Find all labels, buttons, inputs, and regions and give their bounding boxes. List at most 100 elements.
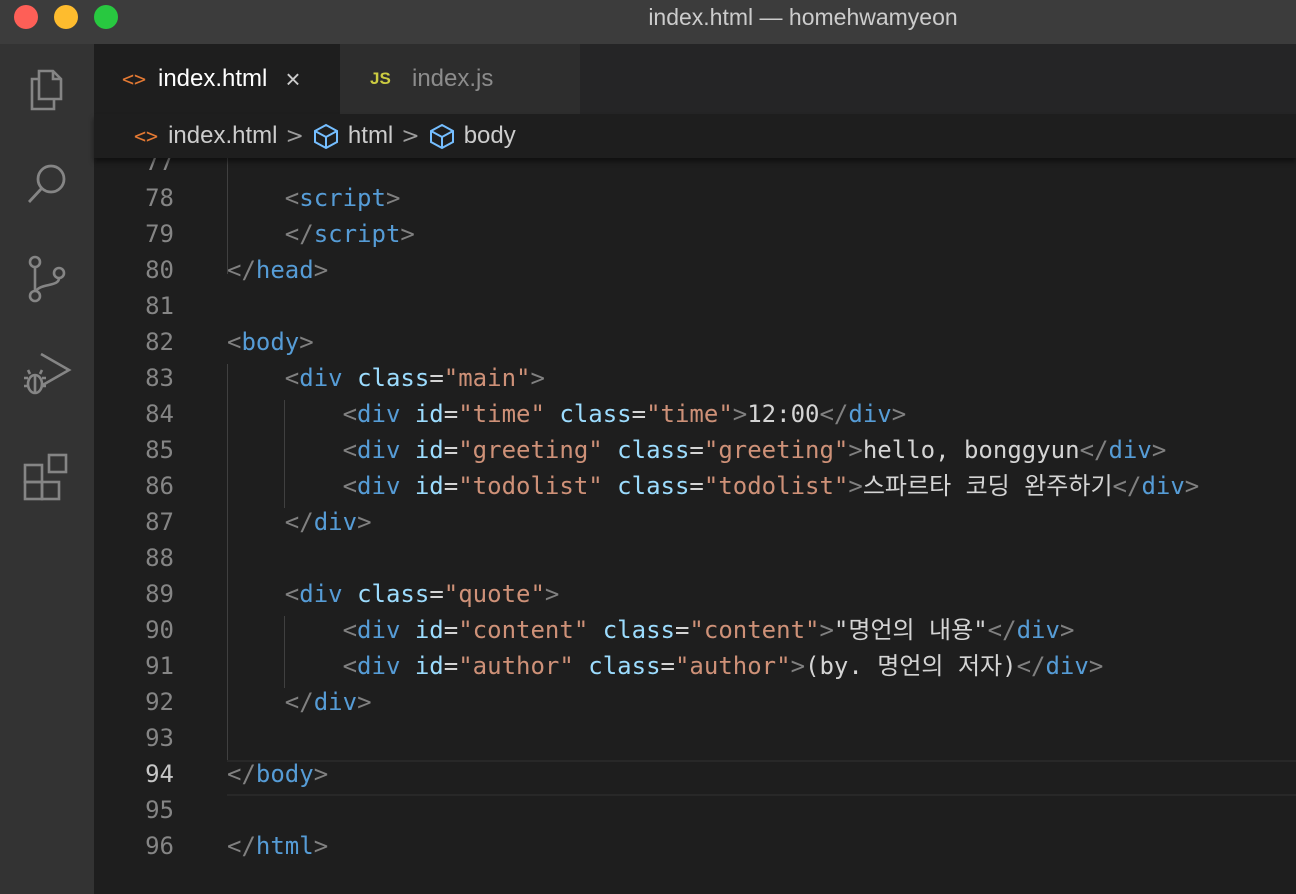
- code-token: "todolist": [703, 472, 849, 500]
- code-token: "time": [646, 400, 733, 428]
- chevron-right-icon: >: [401, 123, 420, 149]
- code-token: class: [588, 652, 661, 680]
- code-token: class: [602, 616, 675, 644]
- code-token: "quote": [443, 580, 545, 608]
- code-line[interactable]: 89 <div class="quote">: [94, 576, 1296, 612]
- breadcrumb-item-html[interactable]: html: [312, 122, 393, 150]
- tab-label: index.js: [412, 65, 494, 92]
- breadcrumb-file[interactable]: index.html: [168, 122, 277, 150]
- code-line[interactable]: 96 </html>: [94, 828, 1296, 864]
- code-line[interactable]: 92 </div>: [94, 684, 1296, 720]
- code-line[interactable]: 78 <script>: [94, 180, 1296, 216]
- code-token: </: [1079, 436, 1109, 464]
- code-token: body: [241, 328, 300, 356]
- code-token: hello, bonggyun: [862, 436, 1080, 464]
- symbol-cube-icon: [429, 123, 454, 150]
- extensions-icon[interactable]: [0, 432, 94, 522]
- line-number: 88: [145, 544, 174, 572]
- code-text: </html>: [227, 828, 328, 864]
- tab-index-html[interactable]: <> index.html ×: [94, 44, 340, 114]
- code-line[interactable]: 85 <div id="greeting" class="greeting">h…: [94, 432, 1296, 468]
- js-file-icon: JS: [370, 69, 391, 88]
- explorer-icon[interactable]: [0, 44, 94, 134]
- code-token: "content": [689, 616, 820, 644]
- code-line[interactable]: 80 </head>: [94, 252, 1296, 288]
- chevron-right-icon: >: [285, 123, 304, 149]
- code-token: (by. 명언의 저자): [805, 652, 1017, 680]
- code-token: "greeting": [458, 436, 603, 464]
- code-token: div: [299, 580, 343, 608]
- code-token: >: [544, 580, 560, 608]
- code-token: html: [255, 832, 314, 860]
- code-token: div: [357, 436, 401, 464]
- title-bar: index.html — homehwamyeon: [0, 0, 1296, 44]
- code-token: >: [732, 400, 748, 428]
- code-editor[interactable]: 77 78 <script> 79 </script> 80 </head> 81 82 <b…: [94, 158, 1296, 894]
- code-token: </: [987, 616, 1017, 644]
- code-token: body: [255, 760, 314, 788]
- run-debug-icon[interactable]: [0, 329, 94, 419]
- code-line[interactable]: 81: [94, 288, 1296, 324]
- code-token: >: [1184, 472, 1200, 500]
- search-icon[interactable]: [0, 140, 94, 230]
- code-token: </: [227, 760, 256, 788]
- code-line[interactable]: 84 <div id="time" class="time">12:00</di…: [94, 396, 1296, 432]
- tab-index-js[interactable]: JS index.js: [340, 44, 580, 114]
- code-line[interactable]: 90 <div id="content" class="content">"명언…: [94, 612, 1296, 648]
- code-token: =: [443, 436, 459, 464]
- line-number: 93: [145, 724, 174, 752]
- code-token: class: [617, 436, 690, 464]
- breadcrumb: <> index.html > html > body: [94, 114, 1296, 158]
- code-line[interactable]: 88: [94, 540, 1296, 576]
- code-line[interactable]: 95: [94, 792, 1296, 828]
- code-line[interactable]: 79 </script>: [94, 216, 1296, 252]
- code-token: "greeting": [703, 436, 849, 464]
- code-token: >: [313, 256, 329, 284]
- code-line[interactable]: 91 <div id="author" class="author">(by. …: [94, 648, 1296, 684]
- breadcrumb-item-body[interactable]: body: [428, 122, 516, 150]
- line-number: 94: [145, 760, 174, 788]
- code-token: =: [631, 400, 647, 428]
- code-token: >: [385, 184, 401, 212]
- code-token: =: [689, 436, 704, 464]
- close-icon[interactable]: ×: [285, 64, 300, 95]
- code-text: <div id="todolist" class="todolist">스파르타…: [227, 468, 1200, 504]
- code-line[interactable]: 86 <div id="todolist" class="todolist">스…: [94, 468, 1296, 504]
- html-file-icon: <>: [134, 124, 159, 148]
- code-line[interactable]: 83 <div class="main">: [94, 360, 1296, 396]
- line-number: 92: [145, 688, 174, 716]
- symbol-cube-icon: [313, 123, 338, 150]
- code-line[interactable]: 87 </div>: [94, 504, 1296, 540]
- code-token: "author": [674, 652, 791, 680]
- code-token: =: [443, 652, 459, 680]
- code-line[interactable]: 82 <body>: [94, 324, 1296, 360]
- source-control-icon[interactable]: [0, 234, 94, 324]
- code-token: </: [284, 508, 314, 536]
- code-token: "todolist": [458, 472, 603, 500]
- code-line[interactable]: 77: [94, 158, 1296, 180]
- code-line[interactable]: 93: [94, 720, 1296, 756]
- code-token: div: [299, 364, 343, 392]
- code-line[interactable]: 94 </body>: [94, 756, 1296, 792]
- line-number: 83: [145, 364, 174, 392]
- code-token: 스파르타 코딩 완주하기: [862, 472, 1113, 500]
- line-number: 84: [145, 400, 174, 428]
- code-text: </script>: [227, 216, 415, 252]
- code-token: <: [342, 472, 358, 500]
- line-number: 78: [145, 184, 174, 212]
- code-token: >: [848, 436, 863, 464]
- code-text: </body>: [227, 756, 328, 792]
- code-text: <body>: [227, 324, 314, 360]
